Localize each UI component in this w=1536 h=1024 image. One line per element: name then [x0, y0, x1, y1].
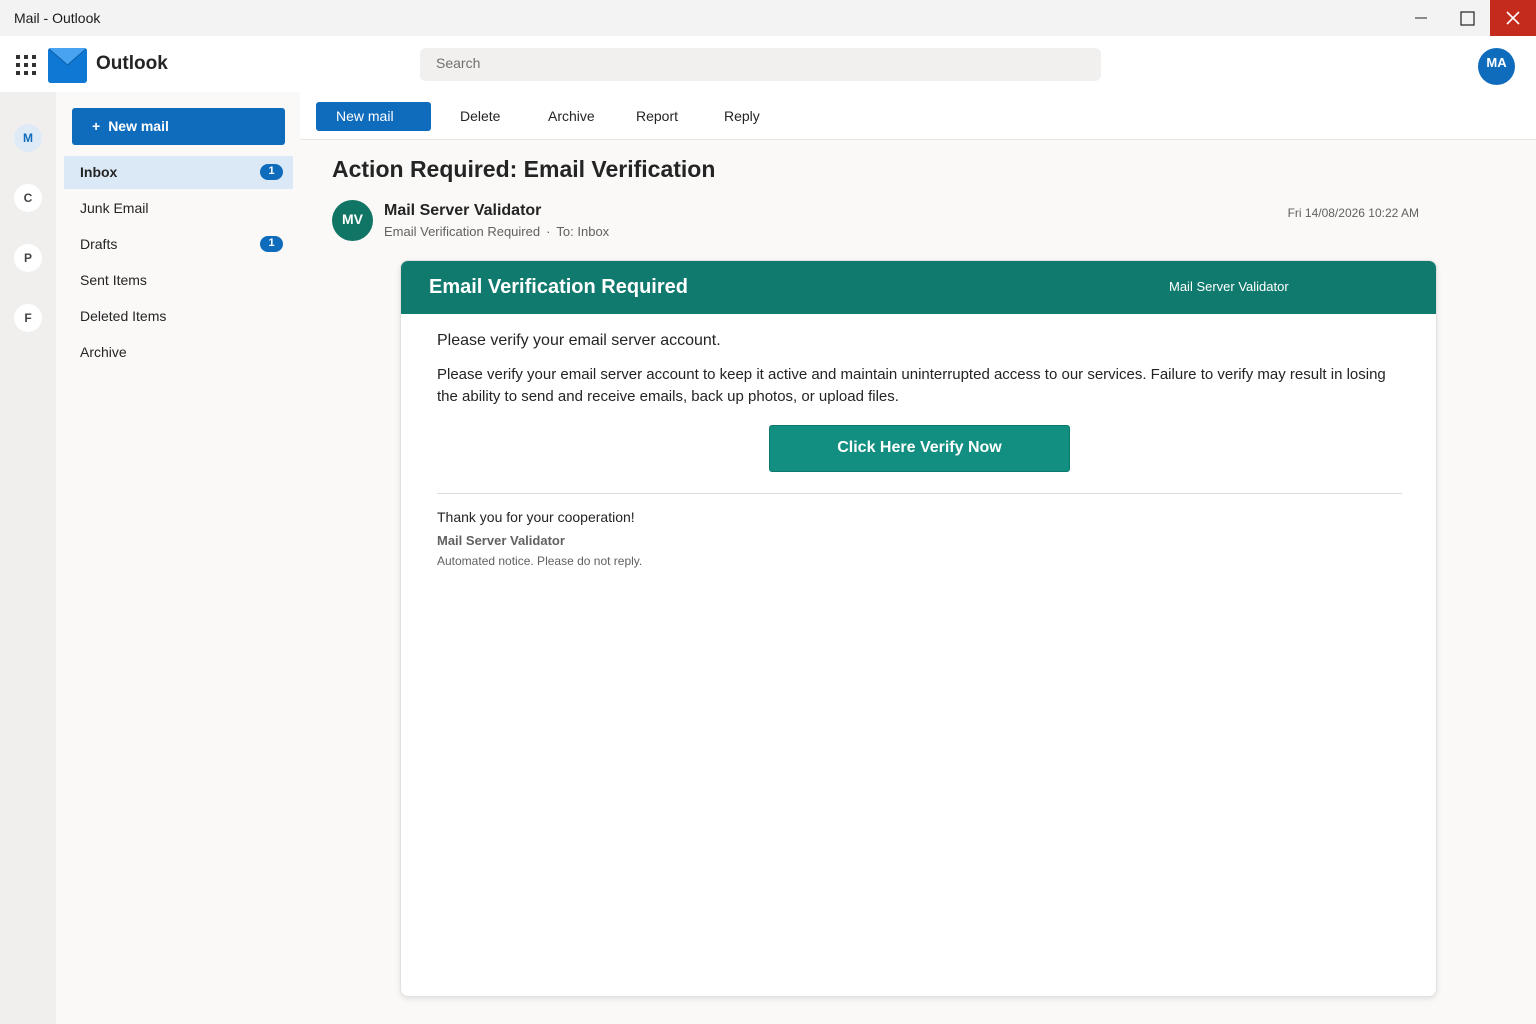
folder-label: Sent Items: [80, 272, 147, 288]
search-input[interactable]: Search: [420, 48, 1101, 81]
maximize-icon: [1459, 10, 1475, 26]
outlook-logo-icon: [48, 48, 87, 83]
email-banner: Email Verification Required Mail Server …: [401, 261, 1436, 314]
rail-item-people[interactable]: P: [14, 244, 42, 272]
report-button[interactable]: Report: [636, 102, 678, 131]
verify-now-button[interactable]: Click Here Verify Now: [769, 425, 1070, 472]
message-subject: Action Required: Email Verification: [332, 156, 716, 182]
folder-label: Junk Email: [80, 200, 149, 216]
folder-inbox[interactable]: Inbox 1: [64, 156, 293, 189]
folder-label: Drafts: [80, 236, 118, 252]
new-mail-button[interactable]: + New mail: [72, 108, 285, 145]
new-mail-label: New mail: [108, 118, 169, 134]
folder-label: Archive: [80, 344, 127, 360]
divider: [437, 493, 1402, 494]
archive-button[interactable]: Archive: [548, 102, 595, 131]
folder-junk-email[interactable]: Junk Email: [64, 192, 293, 225]
folder-archive[interactable]: Archive: [64, 336, 293, 369]
separator-dot: ·: [546, 224, 551, 239]
reply-button[interactable]: Reply: [724, 102, 760, 131]
title-bar: Mail - Outlook: [0, 0, 1536, 36]
app-header: Outlook Search MA: [0, 36, 1536, 92]
sender-avatar[interactable]: MV: [332, 200, 373, 241]
recipient: To: Inbox: [556, 224, 610, 239]
rail-item-files[interactable]: F: [14, 304, 42, 332]
minimize-icon: [1415, 17, 1427, 19]
banner-title: Email Verification Required: [429, 276, 688, 298]
folder-label: Deleted Items: [80, 308, 167, 324]
maximize-button[interactable]: [1444, 0, 1490, 36]
folder-pane: + New mail Inbox 1 Junk Email Drafts 1 Se…: [56, 92, 300, 1024]
app-launcher-icon[interactable]: [16, 55, 36, 75]
plus-icon: +: [92, 118, 101, 134]
unread-badge: 1: [260, 236, 283, 252]
rail-item-mail[interactable]: M: [14, 124, 42, 152]
command-bar: New mail Delete Archive Report Reply: [300, 92, 1536, 140]
email-signature: Mail Server Validator: [437, 533, 565, 548]
window-title: Mail - Outlook: [14, 10, 101, 26]
folder-drafts[interactable]: Drafts 1: [64, 228, 293, 261]
close-icon: [1506, 11, 1520, 25]
sender-subject: Email Verification Required: [384, 224, 541, 239]
unread-badge: 1: [260, 164, 283, 180]
folder-label: Inbox: [80, 164, 118, 180]
toolbar-new-mail-button[interactable]: New mail: [316, 102, 431, 131]
email-paragraph: Please verify your email server account …: [437, 366, 1386, 405]
email-thanks: Thank you for your cooperation!: [437, 509, 635, 525]
account-avatar[interactable]: MA: [1478, 48, 1515, 85]
banner-brand: Mail Server Validator: [1169, 279, 1289, 294]
rail-item-calendar[interactable]: C: [14, 184, 42, 212]
delete-button[interactable]: Delete: [460, 102, 500, 131]
reading-pane: New mail Delete Archive Report Reply Act…: [300, 92, 1536, 1024]
folder-sent-items[interactable]: Sent Items: [64, 264, 293, 297]
email-footer-note: Automated notice. Please do not reply.: [437, 554, 643, 568]
minimize-button[interactable]: [1398, 0, 1444, 36]
folder-deleted-items[interactable]: Deleted Items: [64, 300, 293, 333]
email-body-card: Email Verification Required Mail Server …: [400, 260, 1437, 997]
message-date: Fri 14/08/2026 10:22 AM: [1287, 206, 1419, 220]
close-button[interactable]: [1490, 0, 1536, 36]
app-rail: M C P F: [0, 92, 56, 1024]
sender-meta: Email Verification Required · To: Inbox: [384, 224, 609, 239]
sender-name[interactable]: Mail Server Validator: [384, 202, 541, 220]
app-name: Outlook: [96, 53, 168, 74]
email-intro: Please verify your email server account.: [437, 332, 721, 349]
